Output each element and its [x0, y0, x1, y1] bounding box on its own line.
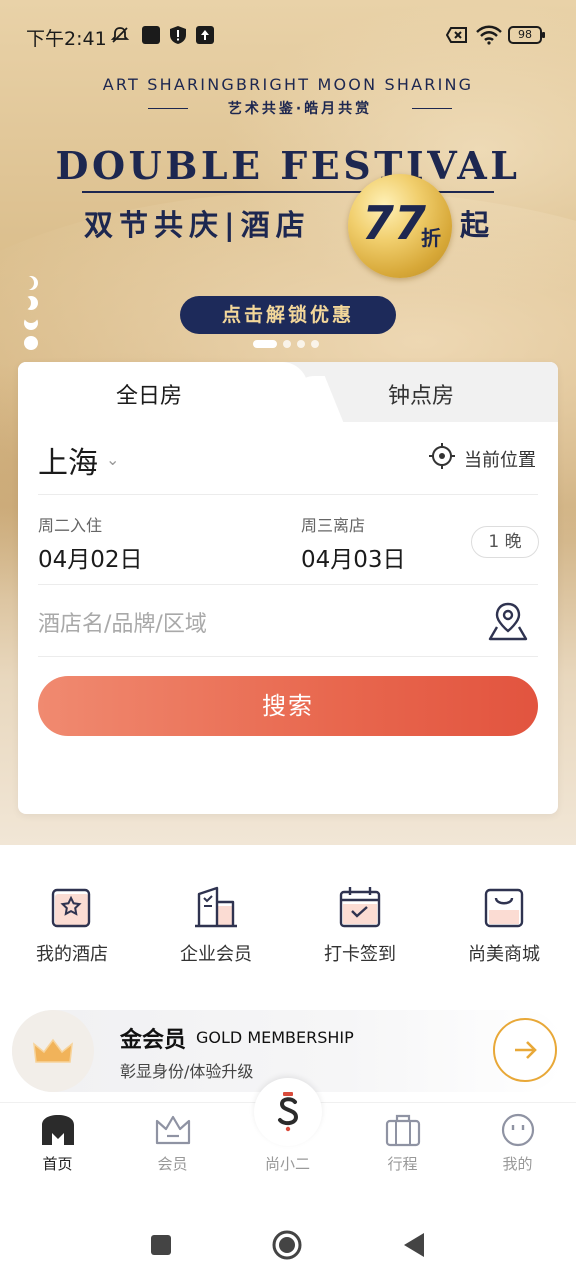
- assistant-center-button[interactable]: [254, 1078, 322, 1146]
- city-selector[interactable]: 上海: [38, 438, 98, 482]
- menu-label: 尚美商城: [468, 944, 540, 965]
- carousel-dot-active[interactable]: [253, 340, 277, 348]
- no-sim-icon: [446, 27, 467, 43]
- gibbous-moon-icon: [24, 316, 38, 330]
- status-time: 下午2:41: [26, 28, 107, 50]
- banner-festival-title: DOUBLE FESTIVAL: [55, 143, 521, 188]
- nav-trips[interactable]: 行程: [345, 1113, 460, 1174]
- banner-art-title: ART SHARINGBRIGHT MOON SHARING: [102, 75, 474, 94]
- banner-art-subtitle-row: 艺术共鉴·皓月共赏: [148, 98, 452, 120]
- status-bar: 下午2:41 98: [0, 0, 576, 72]
- crown-icon: [155, 1115, 190, 1145]
- half-moon-icon: [24, 296, 38, 310]
- search-button[interactable]: 搜索: [38, 676, 538, 736]
- divider-line: [38, 584, 538, 585]
- gold-membership-title: 金会员: [120, 1028, 187, 1053]
- tab-full-day[interactable]: 全日房: [116, 378, 182, 410]
- home-circle-icon[interactable]: [272, 1230, 302, 1260]
- menu-label: 企业会员: [180, 944, 252, 965]
- hotel-star-icon: [51, 888, 91, 928]
- crosshair-location-icon[interactable]: [428, 442, 456, 470]
- checkout-date[interactable]: 04月03日: [301, 540, 406, 574]
- gold-membership-title-en: GOLD MEMBERSHIP: [196, 1028, 354, 1047]
- carousel-dot[interactable]: [311, 340, 319, 348]
- full-moon-icon: [24, 336, 38, 350]
- app-notification-icon: [142, 26, 160, 44]
- divider-line: [38, 494, 538, 495]
- arrow-right-icon: [515, 1041, 537, 1059]
- unlock-offer-button[interactable]: 点击解锁优惠: [180, 296, 396, 334]
- brand-s-icon: [278, 1092, 299, 1132]
- carousel-dot[interactable]: [283, 340, 291, 348]
- building-icon: [195, 886, 237, 928]
- menu-item-my-hotel[interactable]: 我的酒店: [0, 880, 144, 966]
- current-location-link[interactable]: 当前位置: [464, 446, 536, 472]
- map-pin-icon[interactable]: [486, 600, 530, 644]
- recent-apps-icon[interactable]: [150, 1234, 172, 1256]
- battery-indicator: 98: [508, 26, 545, 44]
- menu-label: 打卡签到: [324, 944, 396, 965]
- system-navigation-bar: [0, 1196, 576, 1280]
- discount-unit: 折: [421, 226, 441, 250]
- menu-item-check-in[interactable]: 打卡签到: [288, 880, 432, 966]
- nights-badge: 1 晚: [471, 526, 539, 558]
- banner-art-subtitle: 艺术共鉴·皓月共赏: [227, 101, 373, 117]
- gold-membership-badge: [12, 1010, 94, 1092]
- nav-label: 尚小二: [264, 1155, 310, 1173]
- wifi-icon: [476, 25, 502, 45]
- checkout-label: 周三离店: [301, 516, 366, 535]
- upload-icon: [196, 26, 214, 44]
- discount-number: 77: [362, 196, 427, 250]
- nav-label: 会员: [157, 1155, 188, 1173]
- carousel-dot[interactable]: [297, 340, 305, 348]
- quick-menu: 我的酒店 企业会员 打卡签到 尚美商城: [0, 880, 576, 980]
- menu-label: 我的酒店: [36, 944, 108, 965]
- menu-item-enterprise-member[interactable]: 企业会员: [144, 880, 288, 966]
- divider-line: [412, 108, 452, 109]
- nav-home[interactable]: 首页: [0, 1113, 115, 1174]
- banner-promo-text: 双节共庆|酒店: [84, 208, 311, 242]
- shopping-bag-icon: [484, 888, 524, 928]
- hotel-search-input[interactable]: 酒店名/品牌/区域: [38, 606, 207, 638]
- calendar-check-icon: [339, 887, 381, 928]
- tab-hourly[interactable]: 钟点房: [388, 378, 454, 410]
- divider-line: [38, 656, 538, 657]
- assistant-logo-wrap: [262, 1086, 314, 1138]
- checkin-label: 周二入住: [38, 516, 103, 535]
- face-icon: [501, 1113, 534, 1147]
- nav-label: 我的: [502, 1155, 533, 1173]
- back-triangle-icon[interactable]: [402, 1232, 426, 1258]
- nav-profile[interactable]: 我的: [460, 1113, 575, 1174]
- gold-membership-arrow-button[interactable]: [493, 1018, 557, 1082]
- menu-item-mall[interactable]: 尚美商城: [432, 880, 576, 966]
- crescent-moon-icon: [24, 276, 38, 290]
- nav-label: 行程: [387, 1155, 418, 1173]
- nav-label: 首页: [42, 1155, 73, 1173]
- app-screen: 下午2:41 98 ART SHARINGBRIGHT MOON SHARING…: [0, 0, 576, 1280]
- carousel-indicator[interactable]: [253, 340, 325, 348]
- checkin-date[interactable]: 04月02日: [38, 540, 143, 574]
- suitcase-icon: [385, 1114, 420, 1147]
- gold-crown-icon: [33, 1038, 73, 1063]
- chevron-down-icon[interactable]: ⌄: [106, 450, 119, 469]
- home-icon: [41, 1115, 74, 1145]
- mute-bell-icon: [110, 27, 130, 43]
- banner-promo-suffix: 起: [460, 208, 490, 242]
- nav-member[interactable]: 会员: [115, 1113, 230, 1174]
- shield-alert-icon: [170, 26, 186, 44]
- booking-card: 全日房 钟点房 上海 ⌄ 当前位置 周二入住 04月02日 周三离店 04月03…: [18, 362, 558, 814]
- gold-membership-subtitle: 彰显身份/体验升级: [120, 1062, 254, 1081]
- moon-phase-decoration: [24, 276, 40, 356]
